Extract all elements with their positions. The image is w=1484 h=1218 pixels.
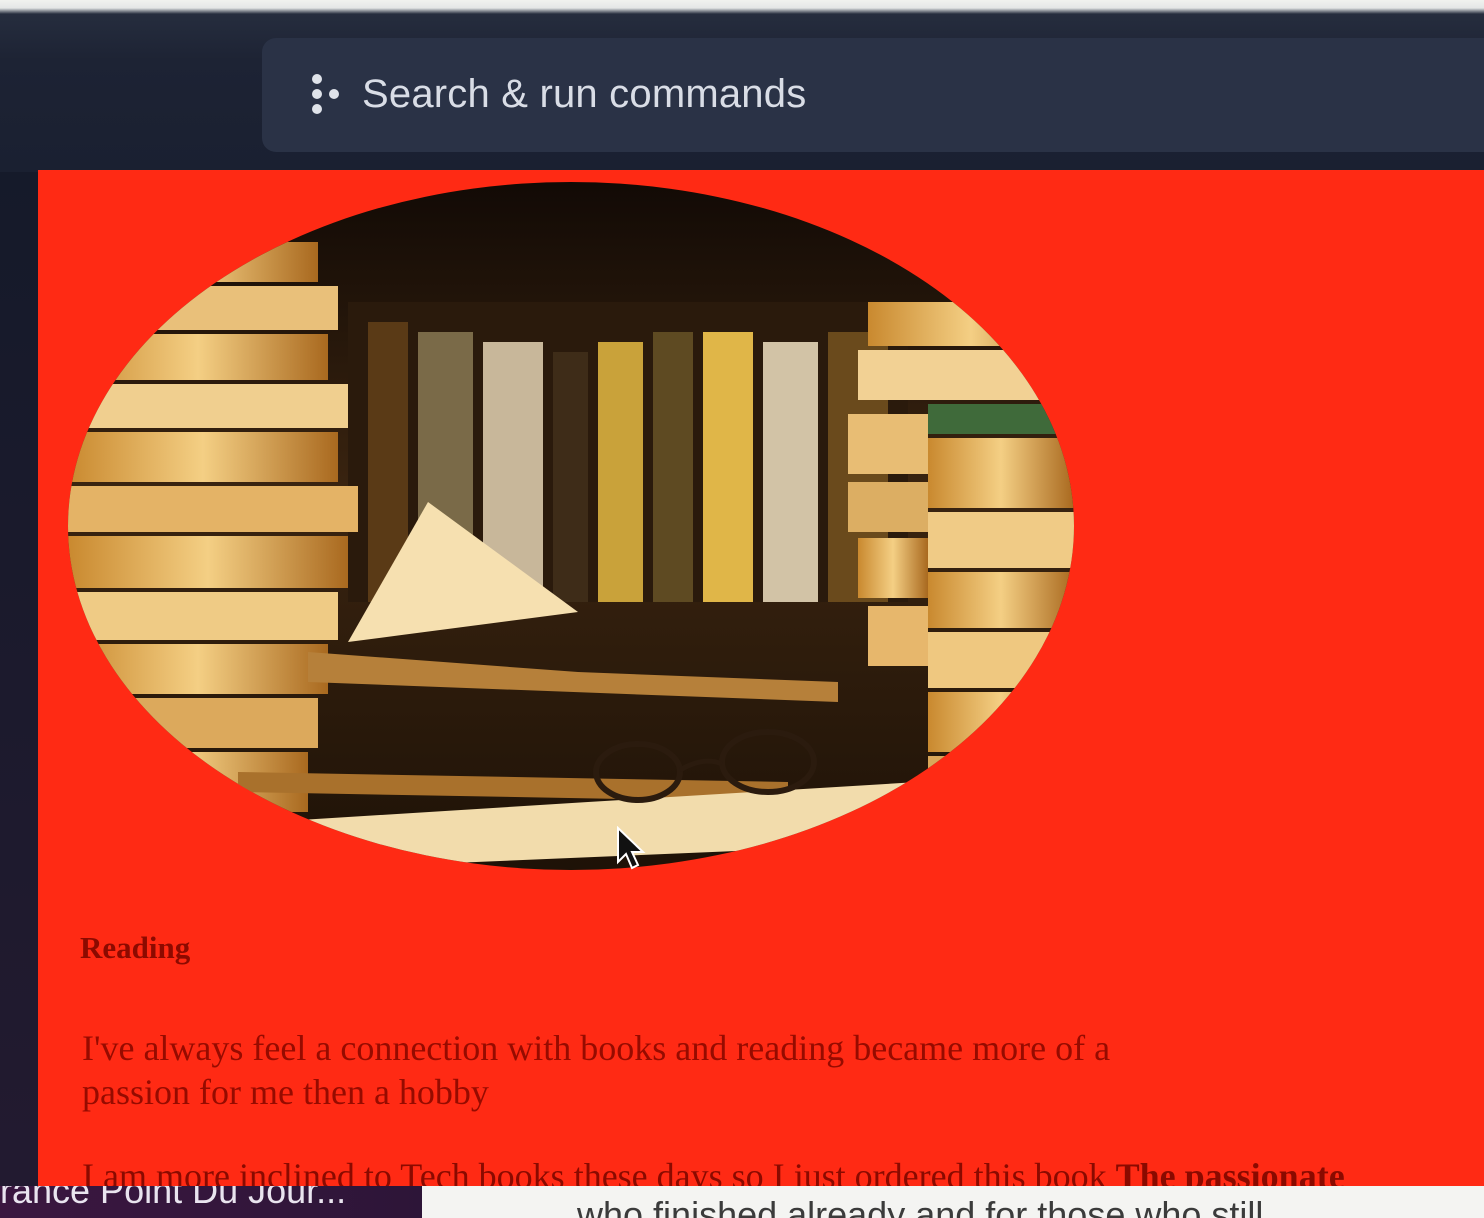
photo-illustration: [68, 182, 1074, 870]
mouse-pointer-icon: [617, 826, 646, 870]
search-placeholder: Search & run commands: [362, 72, 807, 116]
taskbar-tab[interactable]: rance Point Du Jour...: [0, 1186, 422, 1218]
chat-panel: who finished already and for those who s…: [422, 1186, 1484, 1218]
books-and-glasses-photo: [68, 182, 1074, 870]
taskbar-tab-title: rance Point Du Jour...: [0, 1186, 347, 1211]
left-sidebar-edge: [0, 172, 40, 1218]
paragraph-intro: I've always feel a connection with books…: [82, 1028, 1111, 1112]
command-search-bar[interactable]: Search & run commands: [262, 38, 1484, 152]
web-page-content: Reading I've always feel a connection wi…: [38, 170, 1484, 1218]
command-dots-icon: [312, 74, 339, 114]
top-bar: Search & run commands: [0, 0, 1484, 172]
section-heading: Reading: [80, 930, 191, 965]
chat-panel-text: who finished already and for those who s…: [577, 1194, 1264, 1218]
bottom-bar: rance Point Du Jour... who finished alre…: [0, 1186, 1484, 1218]
